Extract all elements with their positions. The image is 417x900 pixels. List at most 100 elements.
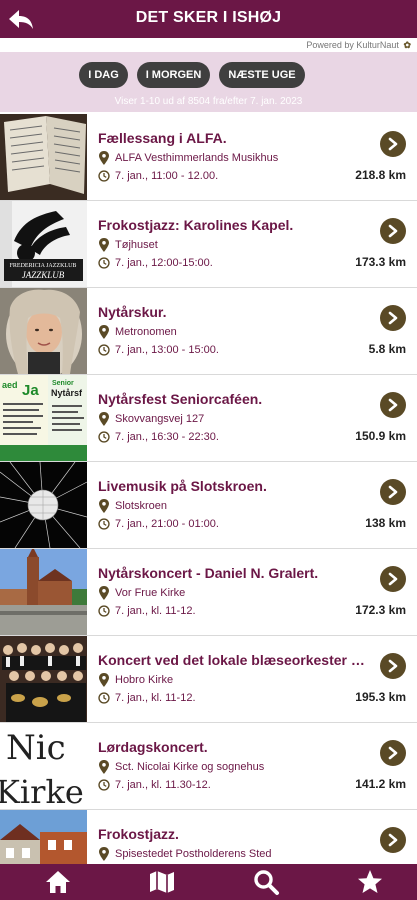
event-distance: 5.8 km <box>368 342 406 356</box>
clock-icon <box>98 518 110 530</box>
search-icon[interactable] <box>252 868 280 896</box>
filter-next-week-button[interactable]: NÆSTE UGE <box>219 62 305 88</box>
event-title: Nytårskur. <box>98 304 167 320</box>
svg-text:Ja: Ja <box>22 382 39 399</box>
chevron-right-icon <box>388 311 398 325</box>
filter-tomorrow-button[interactable]: I MORGEN <box>137 62 210 88</box>
event-row[interactable]: Fællessang i ALFA. ALFA Vesthimmerlands … <box>0 114 417 201</box>
event-row[interactable]: aed Ja Senior Nytårsf Nytårsfest Seniorc… <box>0 375 417 462</box>
svg-text:Nytårsf: Nytårsf <box>51 388 83 398</box>
event-location: Skovvangsvej 127 <box>98 412 348 428</box>
event-thumbnail: aed Ja Senior Nytårsf <box>0 375 87 461</box>
location-pin-icon <box>99 412 109 426</box>
event-detail-button[interactable] <box>380 566 406 592</box>
event-detail-button[interactable] <box>380 827 406 853</box>
event-location-text: Hobro Kirke <box>115 674 174 686</box>
svg-text:FREDERICIA JAZZKLUB: FREDERICIA JAZZKLUB <box>10 263 77 269</box>
event-detail-button[interactable] <box>380 392 406 418</box>
event-time: 7. jan., 21:00 - 01:00. <box>98 517 328 533</box>
clock-icon <box>98 257 110 269</box>
event-location-text: ALFA Vesthimmerlands Musikhus <box>115 152 279 164</box>
svg-text:aed: aed <box>2 380 18 390</box>
event-distance: 141.2 km <box>355 777 406 791</box>
event-location-text: Tøjhuset <box>115 239 158 251</box>
map-icon[interactable] <box>148 868 176 896</box>
event-distance: 218.8 km <box>355 168 406 182</box>
chevron-right-icon <box>388 485 398 499</box>
chevron-right-icon <box>388 746 398 760</box>
event-location: Metronomen <box>98 325 348 341</box>
event-time: 7. jan., 16:30 - 22:30. <box>98 430 328 446</box>
event-title: Koncert ved det lokale blæseorkester P..… <box>98 652 368 668</box>
event-title: Livemusik på Slotskroen. <box>98 478 267 494</box>
event-time: 7. jan., kl. 11-12. <box>98 604 328 620</box>
event-title: Fællessang i ALFA. <box>98 130 227 146</box>
event-detail-button[interactable] <box>380 740 406 766</box>
location-pin-icon <box>99 673 109 687</box>
event-location-text: Metronomen <box>115 326 177 338</box>
event-location-text: Skovvangsvej 127 <box>115 413 205 425</box>
event-thumbnail <box>0 549 87 635</box>
filter-bar: I DAG I MORGEN NÆSTE UGE Viser 1-10 ud a… <box>0 52 417 112</box>
event-row[interactable]: Frokostjazz. Spisestedet Postholderens S… <box>0 810 417 864</box>
event-distance: 150.9 km <box>355 429 406 443</box>
event-location-text: Slotskroen <box>115 500 167 512</box>
filter-today-button[interactable]: I DAG <box>79 62 128 88</box>
powered-by-text: Powered by KulturNaut <box>306 40 399 50</box>
powered-by: Powered by KulturNaut ✿ <box>0 38 417 52</box>
location-pin-icon <box>99 238 109 252</box>
event-location: Sct. Nicolai Kirke og sognehus <box>98 760 348 776</box>
clock-icon <box>98 692 110 704</box>
event-time-text: 7. jan., kl. 11.30-12. <box>115 779 211 791</box>
event-thumbnail: FREDERICIA JAZZKLUB JAZZKLUB <box>0 201 87 287</box>
event-row[interactable]: Livemusik på Slotskroen. Slotskroen 7. j… <box>0 462 417 549</box>
svg-text:Kirke: Kirke <box>0 773 84 809</box>
event-detail-button[interactable] <box>380 131 406 157</box>
event-time-text: 7. jan., kl. 11-12. <box>115 605 196 617</box>
event-title: Nytårskoncert - Daniel N. Gralert. <box>98 565 319 581</box>
location-pin-icon <box>99 325 109 339</box>
event-title: Nytårsfest Seniorcaféen. <box>98 391 263 407</box>
event-location-text: Vor Frue Kirke <box>115 587 186 599</box>
event-distance: 173.3 km <box>355 255 406 269</box>
event-distance: 172.3 km <box>355 603 406 617</box>
event-row[interactable]: Koncert ved det lokale blæseorkester P..… <box>0 636 417 723</box>
event-detail-button[interactable] <box>380 653 406 679</box>
event-row[interactable]: Nytårskur. Metronomen 7. jan., 13:00 - 1… <box>0 288 417 375</box>
clock-icon <box>98 779 110 791</box>
event-title: Lørdagskoncert. <box>98 739 208 755</box>
event-location: Hobro Kirke <box>98 673 348 689</box>
event-detail-button[interactable] <box>380 305 406 331</box>
event-distance: 138 km <box>365 516 406 530</box>
clock-icon <box>98 431 110 443</box>
event-time: 7. jan., 11:00 - 12.00. <box>98 169 328 185</box>
event-detail-button[interactable] <box>380 479 406 505</box>
event-time-text: 7. jan., 11:00 - 12.00. <box>115 170 219 182</box>
chevron-right-icon <box>388 572 398 586</box>
event-time: 7. jan., kl. 11-12. <box>98 691 328 707</box>
event-time-text: 7. jan., 12:00-15:00. <box>115 257 213 269</box>
event-thumbnail <box>0 810 87 864</box>
event-thumbnail <box>0 114 87 200</box>
event-row[interactable]: Nytårskoncert - Daniel N. Gralert. Vor F… <box>0 549 417 636</box>
location-pin-icon <box>99 151 109 165</box>
star-icon[interactable] <box>356 868 384 896</box>
clock-icon <box>98 605 110 617</box>
results-count-text: Viser 1-10 ud af 8504 fra/efter 7. jan. … <box>114 96 303 107</box>
app-header: DET SKER I ISHØJ <box>0 0 417 38</box>
event-detail-button[interactable] <box>380 218 406 244</box>
chevron-right-icon <box>388 224 398 238</box>
chevron-right-icon <box>388 398 398 412</box>
event-title: Frokostjazz. <box>98 826 179 842</box>
event-time: 7. jan., 12:00-15:00. <box>98 256 328 272</box>
chevron-right-icon <box>388 833 398 847</box>
event-time: 7. jan., kl. 11.30-12. <box>98 778 328 794</box>
event-list[interactable]: Fællessang i ALFA. ALFA Vesthimmerlands … <box>0 114 417 864</box>
page-title: DET SKER I ISHØJ <box>135 9 282 26</box>
chevron-right-icon <box>388 659 398 673</box>
home-icon[interactable] <box>44 868 72 896</box>
event-row[interactable]: FREDERICIA JAZZKLUB JAZZKLUB Frokostjazz… <box>0 201 417 288</box>
event-row[interactable]: Nic Kirke Lørdagskoncert. Sct. Nicolai K… <box>0 723 417 810</box>
kulturnaut-logo-icon: ✿ <box>403 40 411 50</box>
event-location: ALFA Vesthimmerlands Musikhus <box>98 151 348 167</box>
